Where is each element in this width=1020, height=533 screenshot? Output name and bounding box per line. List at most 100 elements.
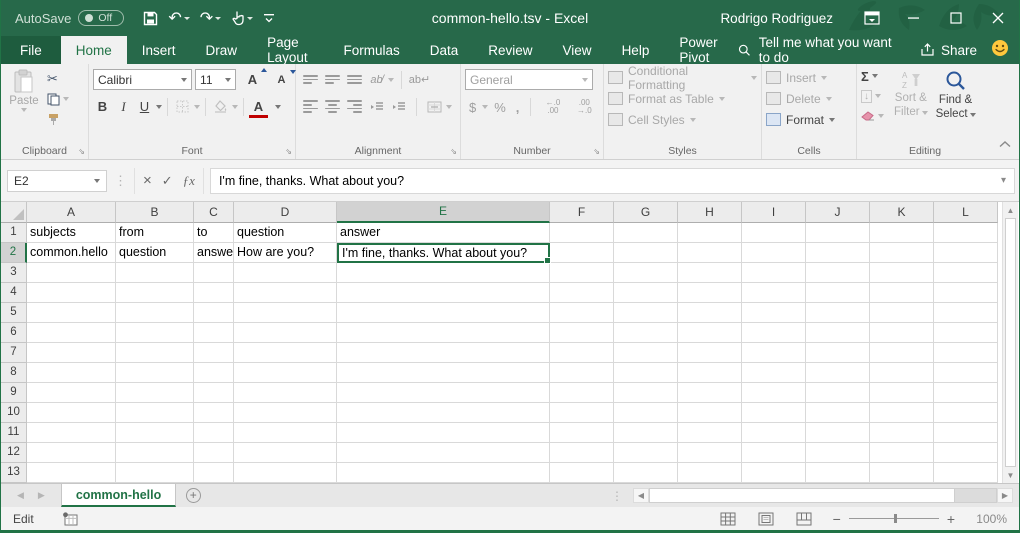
tab-splitter-handle[interactable]: ⋮ xyxy=(611,489,623,503)
cell-B12[interactable] xyxy=(116,443,194,463)
cell-H7[interactable] xyxy=(678,343,742,363)
cell-L7[interactable] xyxy=(934,343,998,363)
cell-G11[interactable] xyxy=(614,423,678,443)
row-header-1[interactable]: 1 xyxy=(1,223,27,243)
cell-F3[interactable] xyxy=(550,263,614,283)
page-break-preview-icon[interactable] xyxy=(785,508,823,530)
cell-K11[interactable] xyxy=(870,423,934,443)
cell-D12[interactable] xyxy=(234,443,337,463)
row-header-6[interactable]: 6 xyxy=(1,323,27,343)
row-header-7[interactable]: 7 xyxy=(1,343,27,363)
cell-I10[interactable] xyxy=(742,403,806,423)
cell-J3[interactable] xyxy=(806,263,870,283)
zoom-level[interactable]: 100% xyxy=(965,512,1007,526)
align-right-icon[interactable] xyxy=(344,97,365,116)
cell-B13[interactable] xyxy=(116,463,194,483)
top-align-icon[interactable] xyxy=(300,70,321,89)
cell-G12[interactable] xyxy=(614,443,678,463)
cell-K4[interactable] xyxy=(870,283,934,303)
close-icon[interactable] xyxy=(977,0,1019,36)
cell-I11[interactable] xyxy=(742,423,806,443)
cell-L3[interactable] xyxy=(934,263,998,283)
cell-A8[interactable] xyxy=(27,363,116,383)
column-header-E[interactable]: E xyxy=(337,202,550,223)
select-all-corner[interactable] xyxy=(1,202,27,223)
cell-C5[interactable] xyxy=(194,303,234,323)
expand-formula-bar-icon[interactable]: ▾ xyxy=(1001,175,1006,186)
fill-color-dropdown-icon[interactable] xyxy=(232,105,238,109)
cell-H10[interactable] xyxy=(678,403,742,423)
middle-align-icon[interactable] xyxy=(322,70,343,89)
formula-bar-splitter[interactable]: ⋮ xyxy=(114,173,127,189)
decrease-decimal-button[interactable]: .00 →.0 xyxy=(570,99,599,116)
column-header-K[interactable]: K xyxy=(870,202,934,223)
cell-A4[interactable] xyxy=(27,283,116,303)
bottom-align-icon[interactable] xyxy=(344,70,365,89)
sheet-tab-common-hello[interactable]: common-hello xyxy=(61,484,176,507)
conditional-formatting-button[interactable]: Conditional Formatting xyxy=(608,67,757,88)
sort-filter-button[interactable]: AZ Sort & Filter xyxy=(890,67,932,120)
column-header-I[interactable]: I xyxy=(742,202,806,223)
increase-decimal-button[interactable]: ←.0 .00 xyxy=(538,99,567,116)
cell-I8[interactable] xyxy=(742,363,806,383)
cancel-button[interactable]: × xyxy=(143,172,152,189)
tab-formulas[interactable]: Formulas xyxy=(328,36,414,64)
column-header-L[interactable]: L xyxy=(934,202,998,223)
zoom-slider-knob[interactable] xyxy=(894,514,897,523)
cell-H6[interactable] xyxy=(678,323,742,343)
cell-H9[interactable] xyxy=(678,383,742,403)
tab-home[interactable]: Home xyxy=(61,36,127,64)
cell-I12[interactable] xyxy=(742,443,806,463)
fill-button[interactable]: ↓ xyxy=(861,87,884,105)
cell-K9[interactable] xyxy=(870,383,934,403)
cell-C3[interactable] xyxy=(194,263,234,283)
cell-I5[interactable] xyxy=(742,303,806,323)
name-box[interactable]: E2 xyxy=(7,170,107,192)
tab-insert[interactable]: Insert xyxy=(127,36,191,64)
minimize-icon[interactable] xyxy=(893,0,935,36)
column-header-J[interactable]: J xyxy=(806,202,870,223)
cell-A9[interactable] xyxy=(27,383,116,403)
cell-B1[interactable]: from xyxy=(116,223,194,243)
cell-D4[interactable] xyxy=(234,283,337,303)
format-painter-button[interactable] xyxy=(47,111,69,127)
collapse-ribbon-icon[interactable] xyxy=(999,135,1011,153)
autosum-button[interactable]: Σ xyxy=(861,67,884,85)
cell-G9[interactable] xyxy=(614,383,678,403)
row-header-10[interactable]: 10 xyxy=(1,403,27,423)
vertical-scrollbar[interactable]: ▲ ▼ xyxy=(1002,202,1018,483)
maximize-icon[interactable] xyxy=(935,0,977,36)
underline-button[interactable]: U xyxy=(135,97,154,116)
zoom-slider[interactable] xyxy=(849,518,939,519)
cell-K3[interactable] xyxy=(870,263,934,283)
cell-L1[interactable] xyxy=(934,223,998,243)
column-header-F[interactable]: F xyxy=(550,202,614,223)
cell-E12[interactable] xyxy=(337,443,550,463)
column-header-G[interactable]: G xyxy=(614,202,678,223)
cell-C6[interactable] xyxy=(194,323,234,343)
cell-K7[interactable] xyxy=(870,343,934,363)
tab-help[interactable]: Help xyxy=(607,36,665,64)
decrease-indent-icon[interactable] xyxy=(366,97,387,116)
accounting-format-button[interactable]: $ xyxy=(465,100,480,115)
cell-A11[interactable] xyxy=(27,423,116,443)
horizontal-scrollbar[interactable] xyxy=(649,488,997,503)
cell-E10[interactable] xyxy=(337,403,550,423)
column-header-H[interactable]: H xyxy=(678,202,742,223)
cell-B3[interactable] xyxy=(116,263,194,283)
clear-button[interactable] xyxy=(861,107,884,125)
touch-mouse-mode-icon[interactable] xyxy=(228,8,256,28)
cell-A1[interactable]: subjects xyxy=(27,223,116,243)
row-header-5[interactable]: 5 xyxy=(1,303,27,323)
comma-style-button[interactable]: , xyxy=(512,100,524,115)
cell-K6[interactable] xyxy=(870,323,934,343)
cell-B6[interactable] xyxy=(116,323,194,343)
cell-L6[interactable] xyxy=(934,323,998,343)
cell-F1[interactable] xyxy=(550,223,614,243)
cell-C11[interactable] xyxy=(194,423,234,443)
cell-B7[interactable] xyxy=(116,343,194,363)
undo-dropdown-icon[interactable] xyxy=(184,17,190,20)
cell-F11[interactable] xyxy=(550,423,614,443)
cell-I9[interactable] xyxy=(742,383,806,403)
cell-A7[interactable] xyxy=(27,343,116,363)
